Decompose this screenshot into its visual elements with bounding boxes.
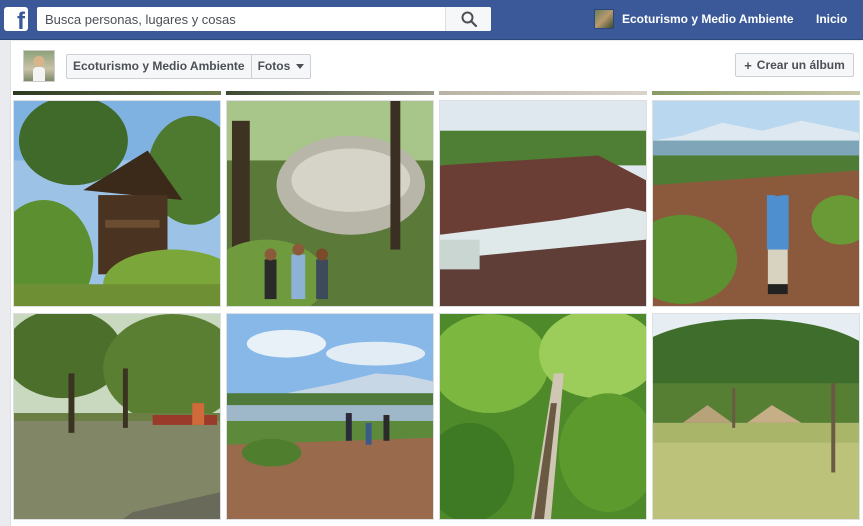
photo-thumbnail-huts-savanna[interactable] [652, 313, 860, 520]
breadcrumb: Ecoturismo y Medio Ambiente Fotos [66, 54, 312, 79]
photo-thumbnail-plateau-view[interactable] [226, 313, 434, 520]
photo-thumbnail-man-landscape[interactable] [652, 100, 860, 307]
create-album-button[interactable]: + Crear un álbum [735, 53, 854, 77]
profile-link[interactable]: Ecoturismo y Medio Ambiente [594, 9, 794, 29]
search-box [37, 7, 491, 31]
photo-thumbnail-partial[interactable] [13, 91, 221, 95]
breadcrumb-page-link[interactable]: Ecoturismo y Medio Ambiente [67, 55, 252, 78]
photo-thumbnail-rock-people[interactable] [226, 100, 434, 307]
logo-glyph: f [17, 8, 25, 35]
photo-thumbnail-treehouse[interactable] [13, 100, 221, 307]
top-navigation-bar: f Ecoturismo y Medio Ambiente Inicio [0, 0, 863, 40]
search-icon [461, 11, 477, 27]
profile-name: Ecoturismo y Medio Ambiente [622, 12, 794, 26]
section-selector-label: Fotos [257, 59, 291, 73]
chevron-down-icon [296, 64, 305, 69]
photo-thumbnail-tall-tree[interactable] [439, 313, 647, 520]
search-button[interactable] [445, 7, 491, 31]
photo-grid [10, 91, 863, 526]
section-selector[interactable]: Fotos [252, 55, 311, 78]
photo-thumbnail-flooded-forest[interactable] [13, 313, 221, 520]
create-album-label: Crear un álbum [756, 58, 845, 72]
photo-thumbnail-river-rock[interactable] [439, 100, 647, 307]
home-link[interactable]: Inicio [816, 9, 847, 29]
plus-icon: + [744, 57, 752, 73]
photo-thumbnail-partial[interactable] [439, 91, 647, 95]
photo-thumbnail-partial[interactable] [226, 91, 434, 95]
photo-thumbnail-partial[interactable] [652, 91, 860, 95]
facebook-logo-icon[interactable]: f [4, 7, 28, 35]
page-header: Ecoturismo y Medio Ambiente Fotos + Crea… [10, 41, 863, 91]
avatar [594, 9, 614, 29]
search-input[interactable] [37, 7, 443, 31]
page-avatar[interactable] [23, 50, 55, 82]
